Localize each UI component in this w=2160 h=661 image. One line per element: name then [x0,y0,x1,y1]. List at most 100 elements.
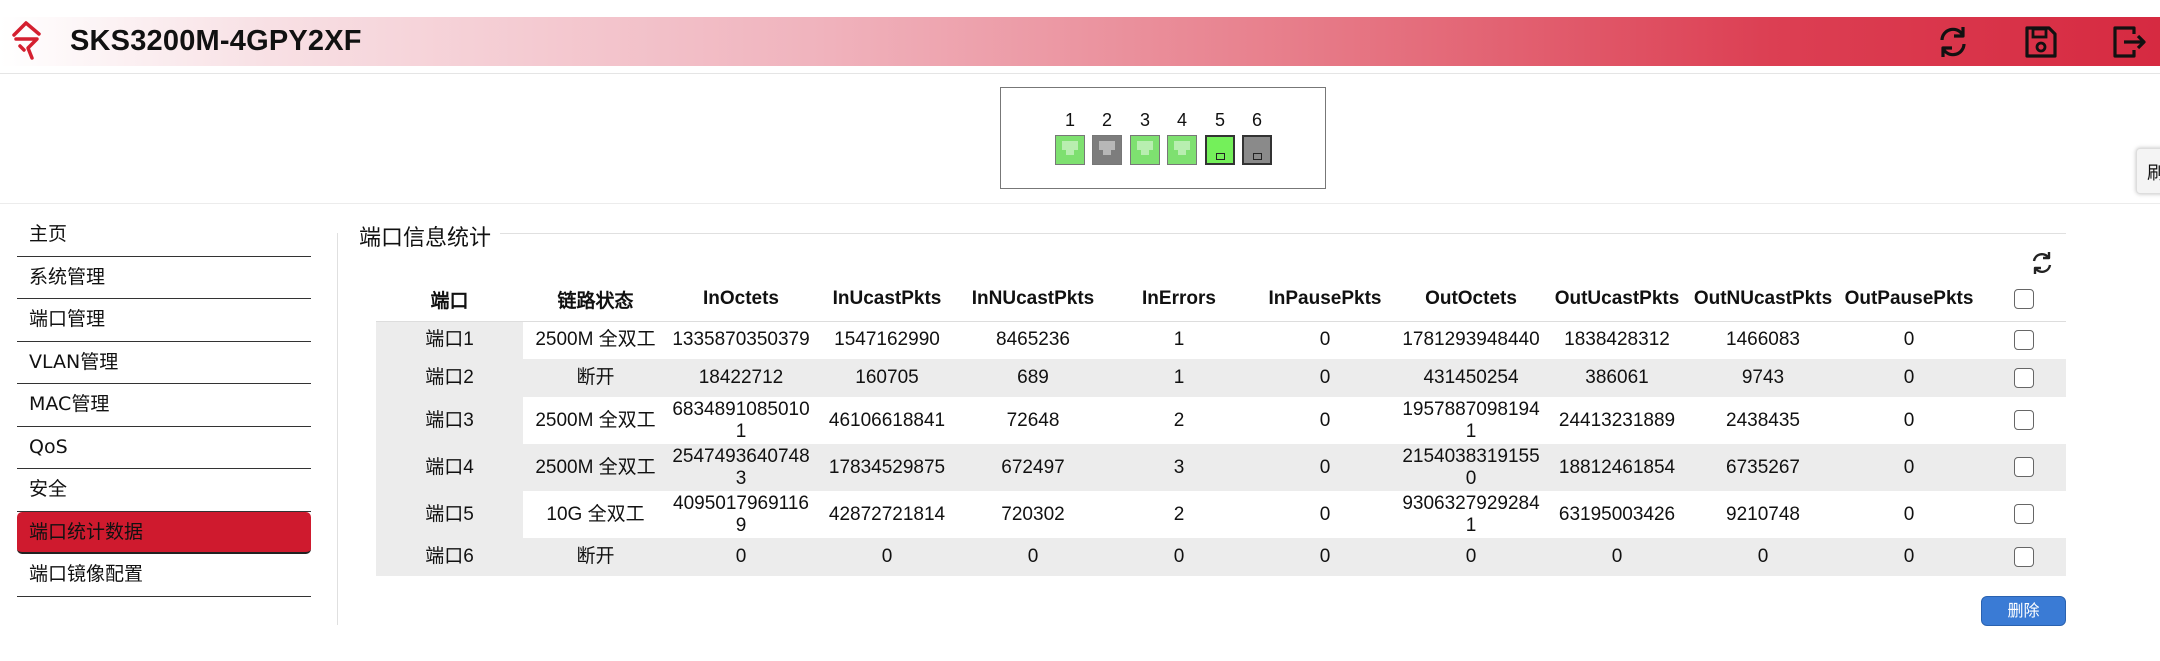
link-status-cell: 2500M 全双工 [523,444,668,491]
link-status-cell: 2500M 全双工 [523,321,668,359]
sidebar-item-home[interactable]: 主页 [17,214,311,257]
sidebar-item-vlan[interactable]: VLAN管理 [17,342,311,384]
checkbox-cell [1982,321,2066,359]
table-cell: 40950179691169 [668,491,814,538]
port-cell: 端口5 [376,491,523,538]
sidebar-item-security[interactable]: 安全 [17,469,311,512]
table-cell: 1466083 [1690,321,1836,359]
delete-button[interactable]: 删除 [1981,596,2066,626]
sidebar-item-mac[interactable]: MAC管理 [17,384,311,427]
row-checkbox[interactable] [2014,330,2034,351]
table-cell: 0 [1252,491,1398,538]
ethernet-port-icon [1130,135,1160,165]
device-title: SKS3200M-4GPY2XF [70,25,362,57]
table-cell: 19578870981941 [1398,397,1544,444]
table-cell: 1547162990 [814,321,960,359]
sidebar-item-qos[interactable]: QoS [17,427,311,469]
port-number: 2 [1101,110,1112,130]
table-row: 端口6 断开 0 0 0 0 0 0 0 0 0 [376,538,2066,576]
port-cell: 端口4 [376,444,523,491]
column-header: InNUcastPkts [960,278,1106,322]
table-cell: 46106618841 [814,397,960,444]
table-cell: 0 [814,538,960,576]
table-cell: 0 [1836,321,1982,359]
row-checkbox[interactable] [2014,457,2034,478]
column-header: InUcastPkts [814,278,960,322]
refresh-icon[interactable] [1934,23,1972,61]
column-header: OutOctets [1398,278,1544,322]
logo-icon [12,21,41,60]
refresh-table-icon[interactable] [2028,249,2056,277]
logout-icon[interactable] [2110,23,2148,61]
column-header: InPausePkts [1252,278,1398,322]
table-row: 端口2 断开 18422712 160705 689 1 0 431450254… [376,359,2066,397]
table-cell: 720302 [960,491,1106,538]
table-cell: 0 [1252,359,1398,397]
link-status-cell: 断开 [523,359,668,397]
port-number: 4 [1176,110,1187,130]
sfp-port-icon [1205,135,1235,165]
side-refresh-tab[interactable]: 刷 [2136,148,2160,194]
table-cell: 25474936407483 [668,444,814,491]
table-row: 端口1 2500M 全双工 1335870350379 1547162990 8… [376,321,2066,359]
table-row: 端口5 10G 全双工 40950179691169 42872721814 7… [376,491,2066,538]
table-cell: 1 [1106,359,1252,397]
table-cell: 0 [1836,491,1982,538]
sidebar-item-port-mirror[interactable]: 端口镜像配置 [17,554,311,597]
row-checkbox[interactable] [2014,546,2034,567]
panel-divider [0,203,2160,204]
port-4[interactable]: 4 [1166,108,1198,165]
port-number: 1 [1064,110,1075,130]
port-cell: 端口6 [376,538,523,576]
table-cell: 431450254 [1398,359,1544,397]
table-cell: 3 [1106,444,1252,491]
port-stats-table: 端口 链路状态 InOctets InUcastPkts InNUcastPkt… [376,278,2066,576]
table-cell: 0 [1252,321,1398,359]
table-cell: 9743 [1690,359,1836,397]
sidebar-item-system[interactable]: 系统管理 [17,257,311,299]
table-cell: 2 [1106,397,1252,444]
table-cell: 0 [1544,538,1690,576]
table-cell: 2 [1106,491,1252,538]
table-cell: 0 [1252,397,1398,444]
table-cell: 672497 [960,444,1106,491]
row-checkbox[interactable] [2014,410,2034,431]
table-cell: 0 [1398,538,1544,576]
sidebar-item-port-statistics[interactable]: 端口统计数据 [17,511,311,554]
table-cell: 0 [1106,538,1252,576]
select-all-checkbox[interactable] [2014,289,2034,310]
sfp-port-icon [1242,135,1272,165]
checkbox-cell [1982,359,2066,397]
port-cell: 端口1 [376,321,523,359]
table-cell: 24413231889 [1544,397,1690,444]
table-cell: 0 [1836,359,1982,397]
checkbox-cell [1982,397,2066,444]
column-header: OutUcastPkts [1544,278,1690,322]
table-cell: 386061 [1544,359,1690,397]
table-cell: 0 [668,538,814,576]
table-cell: 18422712 [668,359,814,397]
ethernet-port-icon [1055,135,1085,165]
table-cell: 0 [1836,538,1982,576]
table-cell: 0 [1690,538,1836,576]
save-icon[interactable] [2022,23,2060,61]
port-2[interactable]: 2 [1091,108,1123,165]
table-cell: 0 [960,538,1106,576]
sidebar-item-port-management[interactable]: 端口管理 [17,299,311,342]
table-cell: 93063279292841 [1398,491,1544,538]
table-row: 端口3 2500M 全双工 68348910850101 46106618841… [376,397,2066,444]
checkbox-cell [1982,491,2066,538]
table-cell: 42872721814 [814,491,960,538]
table-cell: 68348910850101 [668,397,814,444]
row-checkbox[interactable] [2014,504,2034,525]
row-checkbox[interactable] [2014,367,2034,388]
header-divider [0,73,2160,74]
table-cell: 6735267 [1690,444,1836,491]
table-cell: 1781293948440 [1398,321,1544,359]
port-3[interactable]: 3 [1129,108,1161,165]
port-1[interactable]: 1 [1054,108,1086,165]
port-5[interactable]: 5 [1204,108,1236,165]
column-header: OutPausePkts [1836,278,1982,322]
port-cell: 端口2 [376,359,523,397]
port-6[interactable]: 6 [1241,108,1273,165]
